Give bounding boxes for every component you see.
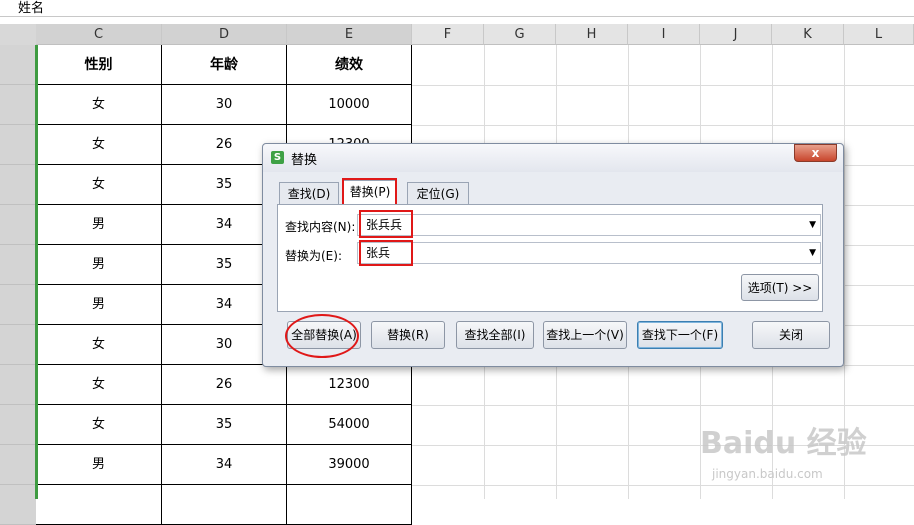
row-header[interactable] xyxy=(0,485,36,525)
column-header-j[interactable]: J xyxy=(700,24,772,45)
close-icon[interactable]: x xyxy=(794,144,837,162)
chevron-down-icon[interactable]: ▼ xyxy=(809,215,816,235)
dialog-title: 替换 xyxy=(291,153,318,168)
highlight-box xyxy=(359,210,413,238)
table-cell[interactable]: 女 xyxy=(36,365,162,405)
find-all-button[interactable]: 查找全部(I) xyxy=(456,321,534,349)
row-header[interactable] xyxy=(0,165,36,205)
row-header[interactable] xyxy=(0,365,36,405)
gridline xyxy=(412,85,914,86)
highlight-box xyxy=(342,178,397,206)
table-cell[interactable]: 女 xyxy=(36,125,162,165)
column-header-c[interactable]: C xyxy=(36,24,162,45)
table-header-performance[interactable]: 绩效 xyxy=(287,45,412,85)
column-header-l[interactable]: L xyxy=(844,24,914,45)
column-header-e[interactable]: E xyxy=(287,24,412,45)
app-icon: S xyxy=(271,151,284,164)
row-header[interactable] xyxy=(0,405,36,445)
find-label: 查找内容(N): xyxy=(285,220,356,234)
table-cell[interactable]: 男 xyxy=(36,285,162,325)
table-cell[interactable] xyxy=(36,485,162,525)
column-header-h[interactable]: H xyxy=(556,24,628,45)
close-button[interactable]: 关闭 xyxy=(752,321,830,349)
table-cell[interactable] xyxy=(287,485,412,525)
column-header-i[interactable]: I xyxy=(628,24,700,45)
table-cell[interactable]: 女 xyxy=(36,405,162,445)
replace-input[interactable]: 张兵 ▼ xyxy=(357,242,821,264)
highlight-ellipse xyxy=(285,314,359,358)
dialog-titlebar[interactable]: S 替换 x xyxy=(263,144,843,172)
table-cell[interactable]: 34 xyxy=(162,445,287,485)
row-header[interactable] xyxy=(0,325,36,365)
find-prev-button[interactable]: 查找上一个(V) xyxy=(543,321,627,349)
column-header-d[interactable]: D xyxy=(162,24,287,45)
options-button[interactable]: 选项(T) >> xyxy=(741,274,819,301)
row-header[interactable] xyxy=(0,85,36,125)
tab-find[interactable]: 查找(D) xyxy=(279,182,339,204)
chevron-down-icon[interactable]: ▼ xyxy=(809,243,816,263)
row-header[interactable] xyxy=(0,285,36,325)
row-header[interactable] xyxy=(0,445,36,485)
table-cell[interactable]: 35 xyxy=(162,405,287,445)
replace-dialog: S 替换 x 查找(D) 替换(P) 定位(G) 查找内容(N): 张兵兵 ▼ … xyxy=(262,143,844,367)
replace-label: 替换为(E): xyxy=(285,249,342,263)
table-cell[interactable]: 女 xyxy=(36,165,162,205)
find-input[interactable]: 张兵兵 ▼ xyxy=(357,214,821,236)
row-header[interactable] xyxy=(0,45,36,85)
highlight-box xyxy=(359,240,413,266)
row-header[interactable] xyxy=(0,205,36,245)
watermark-url: jingyan.baidu.com xyxy=(712,467,823,481)
table-header-age[interactable]: 年龄 xyxy=(162,45,287,85)
replace-button[interactable]: 替换(R) xyxy=(371,321,445,349)
watermark-logo: Baidu 经验 xyxy=(700,426,867,461)
table-cell[interactable] xyxy=(162,485,287,525)
select-all-corner[interactable] xyxy=(0,24,37,46)
row-header[interactable] xyxy=(0,245,36,285)
formula-bar-text: 姓名 xyxy=(18,1,45,16)
table-header-gender[interactable]: 性别 xyxy=(36,45,162,85)
table-cell[interactable]: 54000 xyxy=(287,405,412,445)
column-header-k[interactable]: K xyxy=(772,24,844,45)
table-cell[interactable]: 26 xyxy=(162,365,287,405)
gridline xyxy=(412,125,914,126)
table-cell[interactable]: 30 xyxy=(162,85,287,125)
selection-border xyxy=(35,45,38,499)
tab-goto[interactable]: 定位(G) xyxy=(407,182,469,204)
gridline xyxy=(412,405,914,406)
table-cell[interactable]: 12300 xyxy=(287,365,412,405)
column-header-g[interactable]: G xyxy=(484,24,556,45)
column-header-f[interactable]: F xyxy=(412,24,484,45)
table-cell[interactable]: 女 xyxy=(36,325,162,365)
table-cell[interactable]: 女 xyxy=(36,85,162,125)
gridline xyxy=(412,485,914,486)
table-cell[interactable]: 10000 xyxy=(287,85,412,125)
row-header[interactable] xyxy=(0,125,36,165)
table-cell[interactable]: 男 xyxy=(36,245,162,285)
table-cell[interactable]: 男 xyxy=(36,205,162,245)
table-cell[interactable]: 39000 xyxy=(287,445,412,485)
table-cell[interactable]: 男 xyxy=(36,445,162,485)
formula-bar[interactable]: 姓名 xyxy=(0,0,914,17)
find-next-button[interactable]: 查找下一个(F) xyxy=(637,321,723,349)
